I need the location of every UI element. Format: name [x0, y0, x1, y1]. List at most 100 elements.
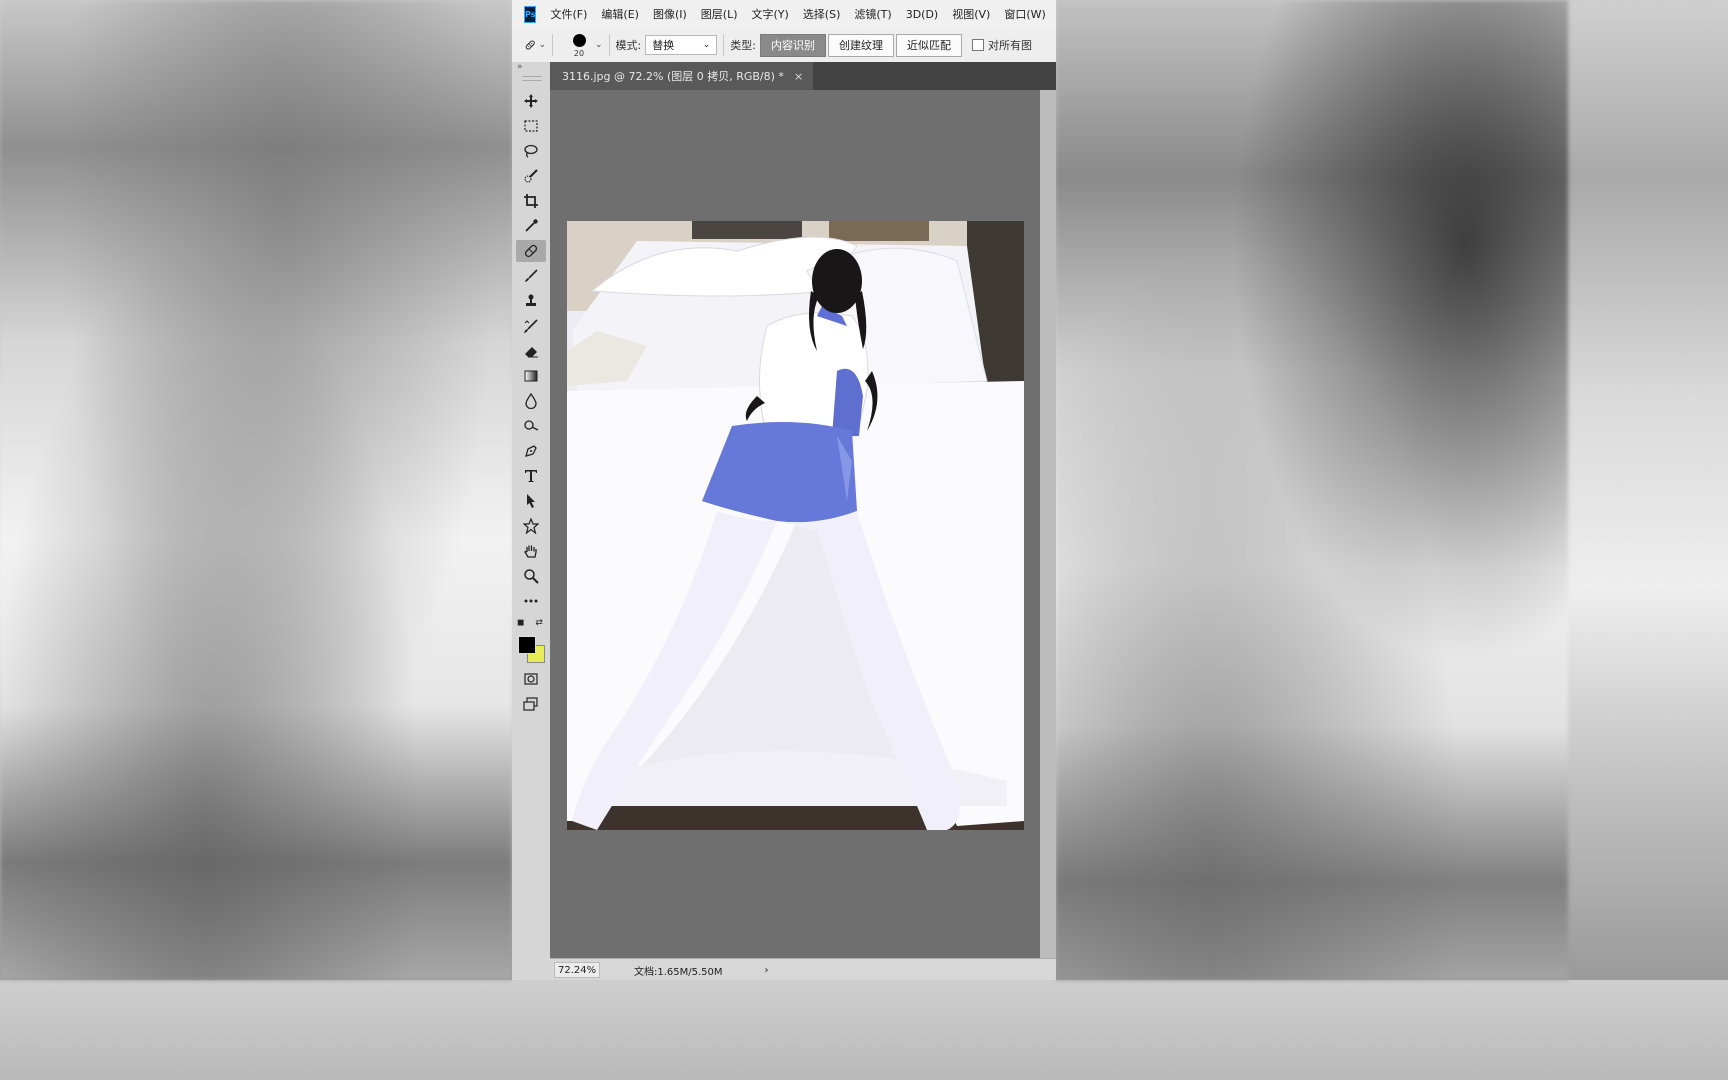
document-tab-title: 3116.jpg @ 72.2% (图层 0 拷贝, RGB/8) * — [562, 70, 784, 83]
crop-icon — [524, 194, 538, 208]
chevron-down-icon: ⌄ — [702, 40, 711, 50]
panel-grip[interactable] — [522, 76, 542, 81]
swap-colors-icon[interactable]: ⇄ — [535, 618, 543, 628]
separator — [723, 34, 725, 56]
close-icon[interactable]: × — [794, 70, 803, 83]
menu-view[interactable]: 视图(V) — [952, 6, 990, 22]
menu-3d[interactable]: 3D(D) — [906, 8, 939, 21]
foreground-color-swatch[interactable] — [518, 636, 536, 654]
mode-select[interactable]: 替换 ⌄ — [645, 35, 718, 55]
sample-all-layers-checkbox[interactable] — [971, 39, 984, 51]
brush-icon — [525, 269, 538, 282]
zoom-tool[interactable] — [516, 565, 546, 587]
sample-all-layers-label: 对所有图 — [987, 39, 1032, 52]
type-proximity-match-button[interactable]: 近似匹配 — [895, 33, 962, 57]
custom-shape-tool[interactable] — [516, 515, 546, 537]
chevron-down-icon[interactable]: ⌄ — [595, 40, 603, 50]
status-bar: 72.24% 文档:1.65M/5.50M › — [550, 958, 1056, 980]
spot-healing-brush-tool[interactable] — [516, 240, 546, 262]
menu-bar: Ps 文件(F) 编辑(E) 图像(I) 图层(L) 文字(Y) 选择(S) 滤… — [512, 0, 1056, 28]
tool-preset-picker[interactable]: ⌄ — [524, 34, 546, 56]
hand-tool[interactable] — [516, 540, 546, 562]
history-brush-icon — [524, 319, 538, 333]
screen-mode-icon — [523, 697, 538, 711]
menu-filter[interactable]: 滤镜(T) — [854, 6, 891, 22]
eraser-icon — [525, 347, 538, 358]
hand-icon — [524, 545, 537, 558]
blur-icon — [525, 393, 537, 409]
type-label: 类型: — [730, 39, 756, 52]
canvas-area[interactable] — [550, 90, 1040, 958]
lasso-icon — [524, 144, 538, 158]
path-selection-tool[interactable] — [516, 490, 546, 512]
vertical-scrollbar[interactable] — [1040, 90, 1056, 958]
marquee-tool[interactable] — [516, 115, 546, 137]
menu-edit[interactable]: 编辑(E) — [601, 6, 639, 22]
type-icon — [525, 470, 537, 482]
photoshop-window: Ps 文件(F) 编辑(E) 图像(I) 图层(L) 文字(Y) 选择(S) 滤… — [512, 0, 1056, 980]
quick-selection-icon — [524, 169, 538, 183]
eraser-tool[interactable] — [516, 340, 546, 362]
document-tab[interactable]: 3116.jpg @ 72.2% (图层 0 拷贝, RGB/8) * × — [550, 62, 814, 90]
gradient-tool[interactable] — [516, 365, 546, 387]
zoom-level-field[interactable]: 72.24% — [554, 962, 600, 978]
crop-tool[interactable] — [516, 190, 546, 212]
brush-size-value: 20 — [573, 49, 585, 58]
mode-label: 模式: — [615, 39, 642, 52]
blurred-background-right — [1056, 0, 1568, 980]
chevron-down-icon: ⌄ — [538, 40, 546, 50]
spot-healing-brush-icon — [524, 244, 538, 258]
document-size-info: 文档:1.65M/5.50M — [634, 966, 723, 978]
quick-selection-tool[interactable] — [516, 165, 546, 187]
clone-stamp-tool[interactable] — [516, 290, 546, 312]
gradient-icon — [524, 370, 538, 382]
menu-select[interactable]: 选择(S) — [803, 6, 841, 22]
separator — [608, 34, 610, 56]
quick-mask-button[interactable] — [516, 668, 546, 690]
photo-content — [567, 221, 1024, 830]
clone-stamp-icon — [526, 294, 536, 306]
custom-shape-icon — [523, 518, 539, 534]
spot-healing-brush-icon — [525, 40, 535, 50]
eyedropper-tool[interactable] — [516, 215, 546, 237]
document-tab-bar: 3116.jpg @ 72.2% (图层 0 拷贝, RGB/8) * × — [550, 62, 1056, 90]
type-tool[interactable] — [516, 465, 546, 487]
menu-window[interactable]: 窗口(W) — [1004, 6, 1045, 22]
brush-tool[interactable] — [516, 265, 546, 287]
history-brush-tool[interactable] — [516, 315, 546, 337]
edit-toolbar-icon — [524, 599, 538, 603]
screen-mode-button[interactable] — [516, 693, 546, 715]
brush-preset-picker[interactable]: 20 — [565, 30, 593, 60]
edit-toolbar-tool[interactable] — [516, 590, 546, 612]
options-bar: ⌄ 20 ⌄ 模式: 替换 ⌄ 类型: 内容识别 创建纹理 近似匹配 对所有图 — [512, 28, 1056, 63]
status-menu-arrow-icon[interactable]: › — [765, 965, 769, 976]
rectangular-marquee-icon — [524, 120, 538, 132]
pen-tool[interactable] — [516, 440, 546, 462]
document-image[interactable] — [567, 221, 1024, 830]
type-content-aware-button[interactable]: 内容识别 — [759, 33, 826, 57]
blurred-background-left — [0, 0, 512, 980]
menu-layer[interactable]: 图层(L) — [701, 6, 738, 22]
type-create-texture-button[interactable]: 创建纹理 — [827, 33, 894, 57]
separator — [552, 34, 553, 56]
dodge-tool[interactable] — [516, 415, 546, 437]
brush-tip-icon — [573, 34, 586, 47]
quick-mask-icon — [524, 673, 538, 685]
tools-panel: » ◼ ⇄ — [512, 62, 551, 980]
photoshop-logo-icon: Ps — [524, 5, 537, 23]
zoom-icon — [524, 569, 539, 584]
dodge-icon — [524, 420, 539, 431]
menu-image[interactable]: 图像(I) — [653, 6, 687, 22]
default-colors-icon[interactable]: ◼ ⇄ — [517, 618, 545, 630]
menu-type[interactable]: 文字(Y) — [752, 6, 789, 22]
eyedropper-icon — [525, 219, 538, 232]
menu-file[interactable]: 文件(F) — [550, 6, 587, 22]
move-tool[interactable] — [516, 90, 546, 112]
path-selection-icon — [527, 494, 535, 508]
lasso-tool[interactable] — [516, 140, 546, 162]
move-icon — [524, 94, 538, 108]
mode-value: 替换 — [652, 39, 675, 52]
collapse-panel-icon[interactable]: » — [517, 62, 523, 72]
blur-tool[interactable] — [516, 390, 546, 412]
pen-icon — [525, 445, 537, 457]
